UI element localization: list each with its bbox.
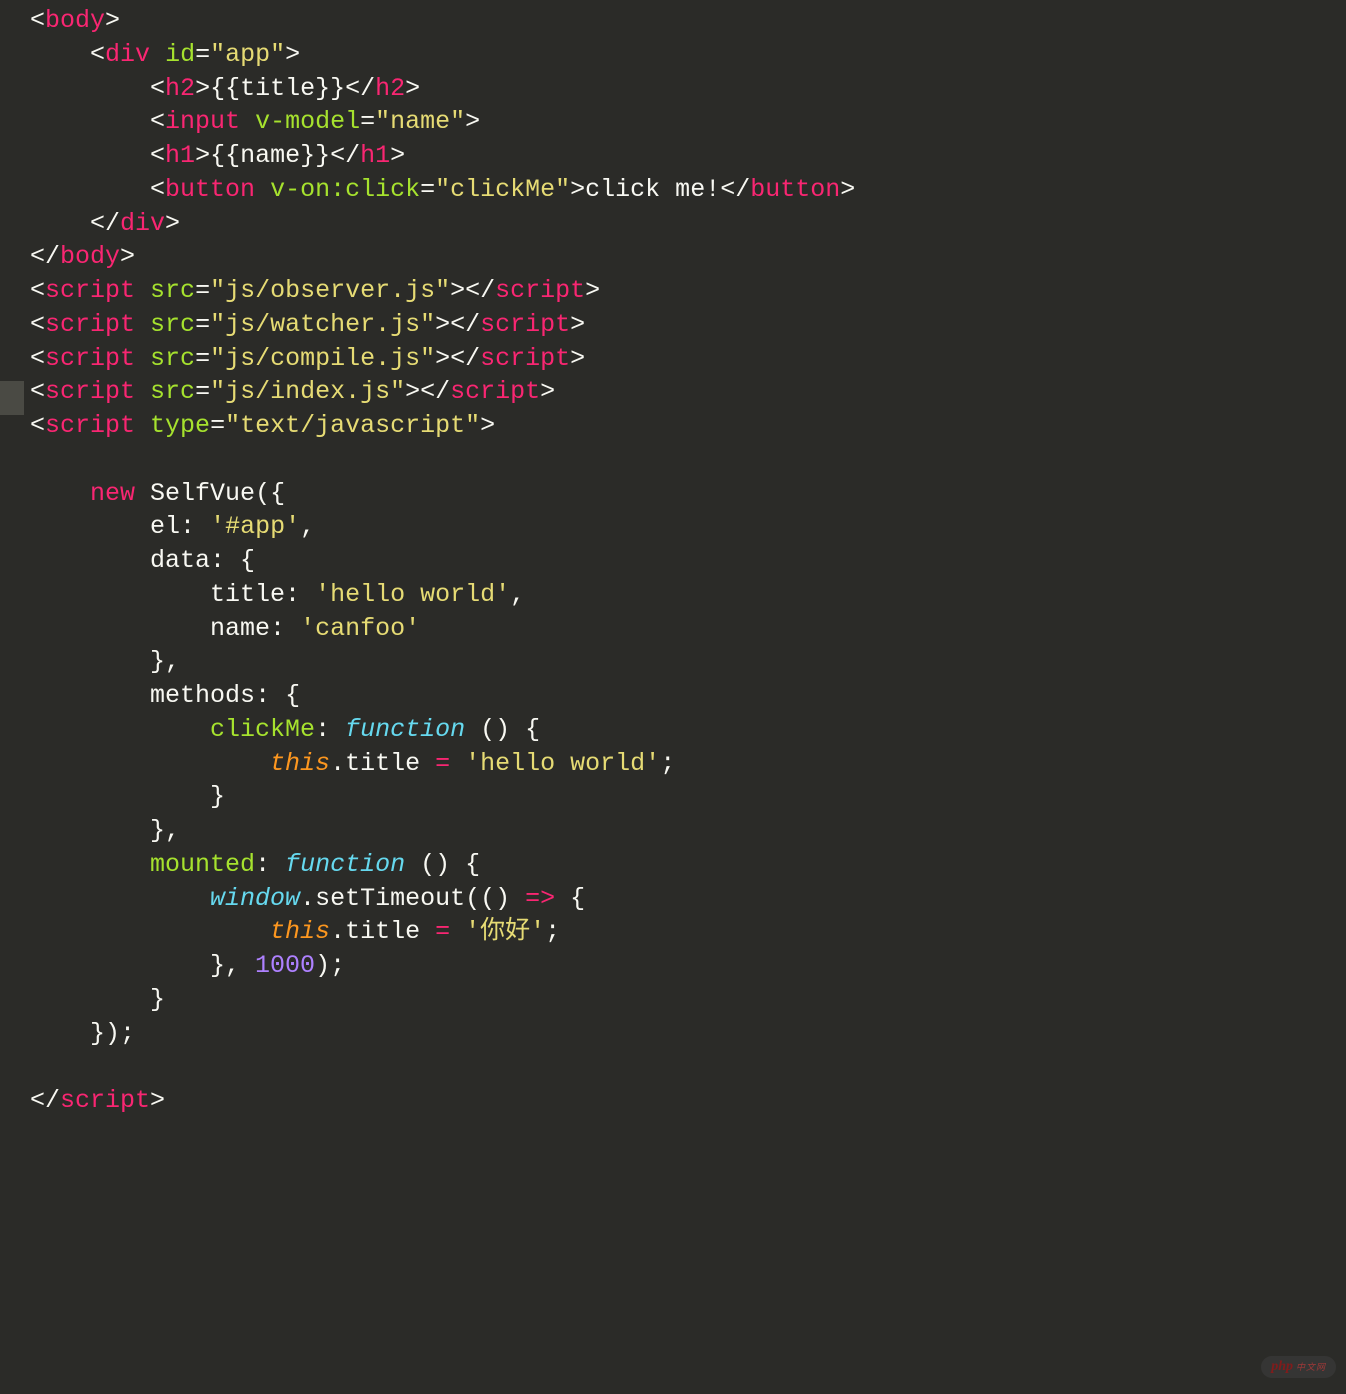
gutter-marker <box>0 381 24 415</box>
watermark-sub: 中文网 <box>1296 1362 1326 1372</box>
code-editor[interactable]: <body> <div id="app"> <h2>{{title}}</h2>… <box>0 0 1346 1118</box>
watermark: php中文网 <box>1261 1356 1336 1378</box>
editor-gutter <box>0 0 24 1394</box>
tag-body-open: body <box>45 6 105 35</box>
watermark-main: php <box>1271 1359 1293 1374</box>
